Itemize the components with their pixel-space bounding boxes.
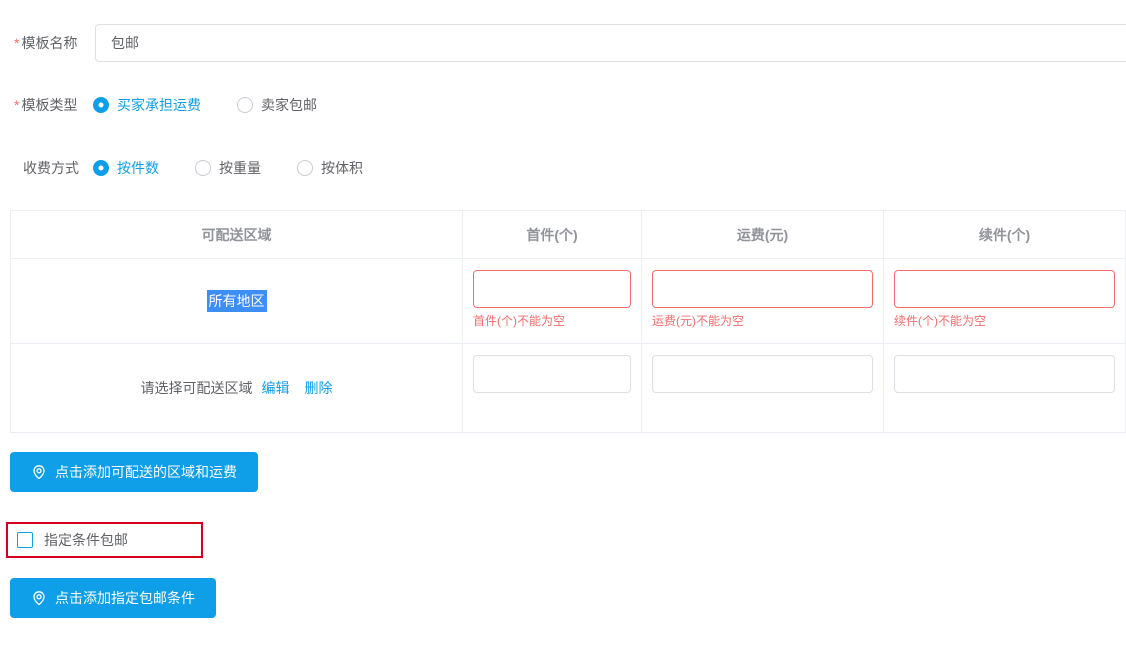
- area-cell: 所有地区: [11, 259, 463, 343]
- radio-label: 卖家包邮: [261, 95, 317, 115]
- shipping-fee-input[interactable]: [652, 270, 873, 308]
- shipping-fee-input[interactable]: [652, 355, 873, 393]
- table-row-all-regions: 所有地区 首件(个)不能为空 运费(元)不能为空 续件(个)不能为空: [11, 258, 1125, 343]
- first-piece-input[interactable]: [473, 355, 631, 393]
- area-cell: 请选择可配送区域 编辑 删除: [11, 344, 463, 432]
- charge-method-label-text: 收费方式: [23, 160, 79, 176]
- charge-method-label: 收费方式: [14, 158, 93, 178]
- additional-piece-cell: 续件(个)不能为空: [884, 259, 1125, 343]
- location-pin-icon: [31, 590, 47, 606]
- first-piece-input[interactable]: [473, 270, 631, 308]
- radio-seller-free-shipping[interactable]: 卖家包邮: [237, 95, 317, 115]
- additional-piece-input[interactable]: [894, 355, 1115, 393]
- template-type-label-text: 模板类型: [21, 97, 77, 113]
- radio-by-piece-count[interactable]: 按件数: [93, 158, 159, 178]
- add-area-button-label: 点击添加可配送的区域和运费: [55, 462, 237, 482]
- radio-unselected-icon: [195, 160, 211, 176]
- radio-by-weight[interactable]: 按重量: [195, 158, 261, 178]
- additional-piece-error: 续件(个)不能为空: [894, 314, 1115, 328]
- select-area-text: 请选择可配送区域: [141, 378, 253, 398]
- required-marker: *: [14, 35, 19, 51]
- header-first-piece: 首件(个): [463, 211, 642, 258]
- template-name-label-text: 模板名称: [21, 35, 77, 51]
- location-pin-icon: [31, 464, 47, 480]
- radio-label: 按件数: [117, 158, 159, 178]
- radio-selected-icon: [93, 160, 109, 176]
- additional-piece-input[interactable]: [894, 270, 1115, 308]
- add-condition-button-label: 点击添加指定包邮条件: [55, 588, 195, 608]
- all-regions-text-selected[interactable]: 所有地区: [207, 290, 267, 312]
- header-deliverable-area: 可配送区域: [11, 211, 463, 258]
- template-type-row: *模板类型 买家承担运费 卖家包邮: [14, 93, 353, 117]
- shipping-template-form: *模板名称 *模板类型 买家承担运费 卖家包邮 收费方式 按件数 按重量 按体积: [0, 0, 1126, 666]
- template-name-label: *模板名称: [14, 33, 93, 53]
- add-area-button[interactable]: 点击添加可配送的区域和运费: [10, 452, 258, 492]
- table-row-select-area: 请选择可配送区域 编辑 删除: [11, 343, 1125, 432]
- radio-buyer-pays-shipping[interactable]: 买家承担运费: [93, 95, 201, 115]
- additional-piece-cell: [884, 344, 1125, 432]
- shipping-fee-table: 可配送区域 首件(个) 运费(元) 续件(个) 所有地区 首件(个)不能为空 运…: [10, 210, 1126, 433]
- edit-area-link[interactable]: 编辑: [262, 378, 290, 398]
- conditional-free-shipping-checkbox[interactable]: [17, 532, 33, 548]
- table-header-row: 可配送区域 首件(个) 运费(元) 续件(个): [11, 211, 1125, 258]
- radio-unselected-icon: [237, 97, 253, 113]
- charge-method-row: 收费方式 按件数 按重量 按体积: [14, 156, 399, 180]
- add-condition-button[interactable]: 点击添加指定包邮条件: [10, 578, 216, 618]
- conditional-free-shipping-label: 指定条件包邮: [44, 530, 128, 550]
- template-name-input[interactable]: [95, 24, 1126, 62]
- shipping-fee-cell: 运费(元)不能为空: [642, 259, 884, 343]
- template-type-label: *模板类型: [14, 95, 93, 115]
- first-piece-cell: [463, 344, 642, 432]
- radio-selected-icon: [93, 97, 109, 113]
- radio-label: 按重量: [219, 158, 261, 178]
- first-piece-cell: 首件(个)不能为空: [463, 259, 642, 343]
- radio-by-volume[interactable]: 按体积: [297, 158, 363, 178]
- shipping-fee-cell: [642, 344, 884, 432]
- radio-unselected-icon: [297, 160, 313, 176]
- first-piece-error: 首件(个)不能为空: [473, 314, 631, 328]
- template-name-row: *模板名称: [14, 31, 93, 55]
- radio-label: 按体积: [321, 158, 363, 178]
- conditional-free-shipping-box: 指定条件包邮: [6, 522, 203, 558]
- delete-area-link[interactable]: 删除: [305, 378, 333, 398]
- header-additional-piece: 续件(个): [884, 211, 1125, 258]
- radio-label: 买家承担运费: [117, 95, 201, 115]
- shipping-fee-error: 运费(元)不能为空: [652, 314, 873, 328]
- header-shipping-fee: 运费(元): [642, 211, 884, 258]
- required-marker: *: [14, 97, 19, 113]
